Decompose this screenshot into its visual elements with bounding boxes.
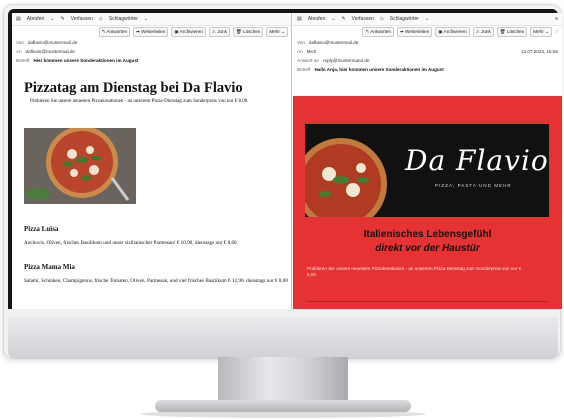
monitor: ▤ Abrufen ⌄ ✎ Verfassen ◇ Schlagwörter ⌄… — [3, 4, 562, 359]
junk-label: Junk — [217, 29, 227, 34]
more-button[interactable]: Mehr ⌄ — [530, 27, 552, 37]
forward-button[interactable]: ➦ Weiterleiten — [133, 27, 169, 37]
pencil-icon[interactable]: ✎ — [60, 16, 64, 22]
tags-button[interactable]: Schlagwörter — [390, 16, 419, 22]
menu-icon[interactable]: ≡ — [555, 16, 558, 22]
more-label: Mehr — [533, 29, 544, 34]
tag-icon[interactable]: ◇ — [99, 16, 103, 22]
delete-button[interactable]: 🗑 Löschen — [496, 27, 528, 37]
monitor-base — [155, 400, 411, 412]
archive-label: Archivieren — [179, 29, 203, 34]
item-1-description: Anchovis, Oliven, frisches Basilikum und… — [24, 240, 237, 246]
email-body: Pizzatag am Dienstag bei Da Flavio Probi… — [12, 77, 291, 309]
more-button[interactable]: Mehr ⌄ — [266, 27, 288, 37]
subject-row: Betreff Hallo Anja, hier kommen unsere S… — [293, 65, 562, 74]
divider — [307, 301, 547, 302]
tag-icon[interactable]: ◇ — [380, 16, 384, 22]
star-icon[interactable]: ☆ — [555, 29, 559, 35]
mail-window-left: ▤ Abrufen ⌄ ✎ Verfassen ◇ Schlagwörter ⌄… — [12, 13, 292, 309]
item-1-name: Pizza Luisa — [24, 225, 59, 233]
from-address[interactable]: daflavio@mustermail.de — [28, 40, 77, 45]
reply-button[interactable]: ↰ Antworten — [362, 27, 394, 37]
brand-logo-text: Da Flavio — [405, 144, 549, 177]
brand-tagline: PIZZA, PASTA UND MEHR — [435, 183, 512, 188]
mail-toolbar: ▤ Abrufen ⌄ ✎ Verfassen ◇ Schlagwörter ⌄… — [293, 13, 562, 26]
reply-to-address[interactable]: reply@mustermann.de — [323, 58, 370, 63]
subject-text: Hallo Anja, hier kommen unsere Sonderakt… — [314, 67, 444, 72]
reply-to-label: Antwort an — [297, 58, 319, 63]
to-address[interactable]: daflavio@mustermail.de — [26, 49, 75, 54]
promo-text: Probieren Sie unsere neuesten Pizzakreat… — [307, 266, 522, 277]
mail-window-right: ▤ Abrufen ⌄ ✎ Verfassen ◇ Schlagwörter ⌄… — [293, 13, 562, 309]
compose-button[interactable]: Verfassen — [71, 16, 93, 22]
forward-label: Weiterleiten — [405, 29, 430, 34]
more-label: Mehr — [269, 29, 280, 34]
from-label: Von — [16, 40, 24, 45]
item-2-name: Pizza Mama Mia — [24, 263, 75, 271]
email-heading: Pizzatag am Dienstag bei Da Flavio — [24, 80, 243, 96]
to-row: An Mich 13.07.2023, 16:55 — [293, 47, 562, 56]
compose-button[interactable]: Verfassen — [352, 16, 374, 22]
date-text: 13.07.2023, 16:55 — [520, 49, 558, 54]
retrieve-button[interactable]: Abrufen — [27, 16, 45, 22]
from-row: Von daflavio@mustermail.de — [293, 38, 562, 47]
to-label: An — [16, 49, 22, 54]
junk-button[interactable]: ⚠ Junk — [208, 27, 230, 37]
reply-button[interactable]: ↰ Antworten — [98, 27, 131, 37]
subject-label: Betreff — [16, 58, 30, 63]
reply-label: Antworten — [106, 29, 128, 34]
inbox-icon[interactable]: ▤ — [297, 16, 302, 22]
delete-button[interactable]: 🗑 Löschen — [232, 27, 264, 37]
to-row: An daflavio@mustermail.de — [12, 47, 291, 56]
promo-subtitle: direkt vor der Haustür — [375, 243, 480, 254]
email-intro: Probieren Sie unsere neuesten Pizzakreat… — [30, 99, 249, 104]
delete-label: Löschen — [243, 29, 261, 34]
archive-button[interactable]: ▣ Archivieren — [435, 27, 470, 37]
screen-bezel: ▤ Abrufen ⌄ ✎ Verfassen ◇ Schlagwörter ⌄… — [8, 9, 562, 309]
subject-text: Hier kommen unsere Sonderaktionen im Aug… — [33, 58, 139, 63]
promo-title: Italienisches Lebensgefühl — [363, 229, 492, 240]
from-row: Von daflavio@mustermail.de — [12, 38, 291, 47]
reply-to-row: Antwort an reply@mustermann.de — [293, 56, 562, 65]
email-body: Da Flavio PIZZA, PASTA UND MEHR Italieni… — [293, 96, 562, 309]
pizza-photo — [24, 128, 136, 204]
from-label: Von — [297, 40, 305, 45]
reply-label: Antworten — [370, 29, 391, 34]
junk-label: Junk — [481, 29, 491, 34]
subject-row: Betreff Hier kommen unsere Sonderaktione… — [12, 56, 291, 65]
delete-label: Löschen — [506, 29, 525, 34]
inbox-icon[interactable]: ▤ — [16, 16, 21, 22]
mail-toolbar: ▤ Abrufen ⌄ ✎ Verfassen ◇ Schlagwörter ⌄ — [12, 13, 291, 26]
archive-label: Archivieren — [443, 29, 467, 34]
screen: ▤ Abrufen ⌄ ✎ Verfassen ◇ Schlagwörter ⌄… — [12, 13, 562, 309]
tags-button[interactable]: Schlagwörter — [109, 16, 138, 22]
pizza-image — [24, 128, 136, 204]
from-address[interactable]: daflavio@mustermail.de — [309, 40, 358, 45]
forward-label: Weiterleiten — [141, 29, 166, 34]
chevron-down-icon[interactable]: ⌄ — [144, 16, 148, 22]
chevron-down-icon[interactable]: ⌄ — [425, 16, 429, 22]
subject-label: Betreff — [297, 67, 311, 72]
archive-button[interactable]: ▣ Archivieren — [171, 27, 206, 37]
to-address[interactable]: Mich — [307, 49, 317, 54]
chevron-down-icon[interactable]: ⌄ — [331, 16, 335, 22]
junk-button[interactable]: ⚠ Junk — [472, 27, 494, 37]
brand-banner: Da Flavio PIZZA, PASTA UND MEHR — [305, 124, 549, 217]
stage: ▤ Abrufen ⌄ ✎ Verfassen ◇ Schlagwörter ⌄… — [0, 0, 564, 419]
to-label: An — [297, 49, 303, 54]
message-actions: ↰ Antworten ➦ Weiterleiten ▣ Archivieren… — [12, 26, 291, 38]
chevron-down-icon[interactable]: ⌄ — [50, 16, 54, 22]
message-actions: ↰ Antworten ➦ Weiterleiten ▣ Archivieren… — [293, 26, 562, 38]
forward-button[interactable]: ➦ Weiterleiten — [396, 27, 433, 37]
item-2-description: Salami, Schinken, Champignons, frische T… — [24, 278, 288, 284]
retrieve-button[interactable]: Abrufen — [308, 16, 326, 22]
pencil-icon[interactable]: ✎ — [341, 16, 345, 22]
monitor-chin — [8, 317, 558, 359]
